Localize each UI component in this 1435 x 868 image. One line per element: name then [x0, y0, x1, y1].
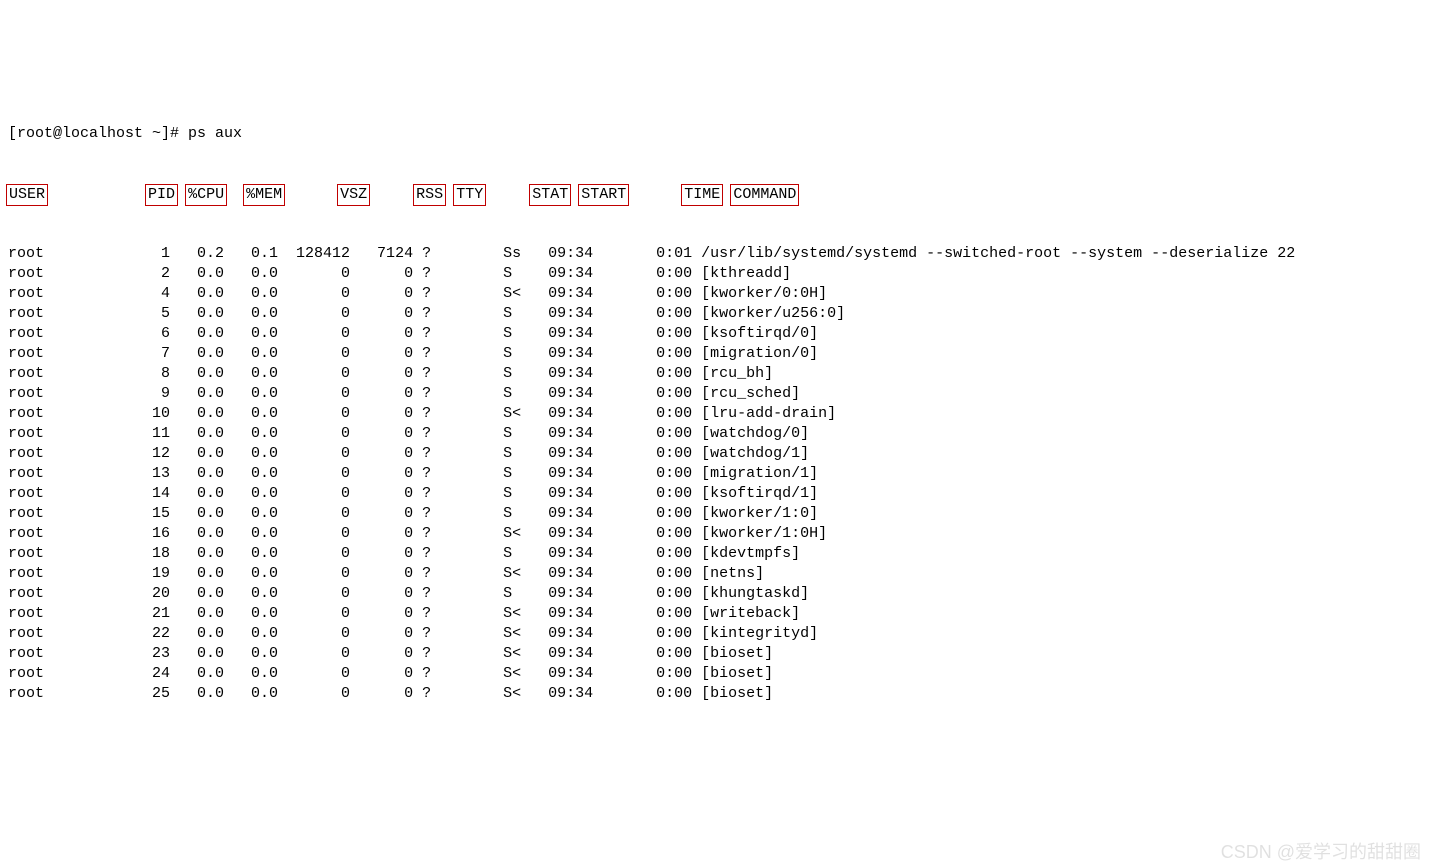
col-time: TIME: [681, 184, 723, 206]
process-row: root 20 0.0 0.0 0 0 ? S 09:34 0:00 [khun…: [8, 584, 1435, 604]
process-row: root 5 0.0 0.0 0 0 ? S 09:34 0:00 [kwork…: [8, 304, 1435, 324]
process-row: root 8 0.0 0.0 0 0 ? S 09:34 0:00 [rcu_b…: [8, 364, 1435, 384]
process-row: root 22 0.0 0.0 0 0 ? S< 09:34 0:00 [kin…: [8, 624, 1435, 644]
process-row: root 2 0.0 0.0 0 0 ? S 09:34 0:00 [kthre…: [8, 264, 1435, 284]
process-row: root 24 0.0 0.0 0 0 ? S< 09:34 0:00 [bio…: [8, 664, 1435, 684]
process-row: root 6 0.0 0.0 0 0 ? S 09:34 0:00 [ksoft…: [8, 324, 1435, 344]
col-cpu: %CPU: [185, 184, 227, 206]
process-row: root 10 0.0 0.0 0 0 ? S< 09:34 0:00 [lru…: [8, 404, 1435, 424]
process-row: root 13 0.0 0.0 0 0 ? S 09:34 0:00 [migr…: [8, 464, 1435, 484]
col-stat: STAT: [529, 184, 571, 206]
process-row: root 1 0.2 0.1 128412 7124 ? Ss 09:34 0:…: [8, 244, 1435, 264]
col-mem: %MEM: [243, 184, 285, 206]
process-row: root 12 0.0 0.0 0 0 ? S 09:34 0:00 [watc…: [8, 444, 1435, 464]
process-row: root 9 0.0 0.0 0 0 ? S 09:34 0:00 [rcu_s…: [8, 384, 1435, 404]
process-row: root 14 0.0 0.0 0 0 ? S 09:34 0:00 [ksof…: [8, 484, 1435, 504]
col-tty: TTY: [453, 184, 486, 206]
process-row: root 15 0.0 0.0 0 0 ? S 09:34 0:00 [kwor…: [8, 504, 1435, 524]
process-row: root 4 0.0 0.0 0 0 ? S< 09:34 0:00 [kwor…: [8, 284, 1435, 304]
col-start: START: [578, 184, 629, 206]
process-row: root 23 0.0 0.0 0 0 ? S< 09:34 0:00 [bio…: [8, 644, 1435, 664]
ps-process-list: root 1 0.2 0.1 128412 7124 ? Ss 09:34 0:…: [8, 244, 1435, 704]
col-rss: RSS: [413, 184, 446, 206]
process-row: root 19 0.0 0.0 0 0 ? S< 09:34 0:00 [net…: [8, 564, 1435, 584]
process-row: root 11 0.0 0.0 0 0 ? S 09:34 0:00 [watc…: [8, 424, 1435, 444]
col-user: USER: [6, 184, 48, 206]
shell-prompt-line: [root@localhost ~]# ps aux: [8, 124, 1435, 144]
watermark-text: CSDN @爱学习的甜甜圈: [1221, 842, 1421, 862]
process-row: root 18 0.0 0.0 0 0 ? S 09:34 0:00 [kdev…: [8, 544, 1435, 564]
terminal-output: [root@localhost ~]# ps aux USER PID %CPU…: [8, 84, 1435, 724]
col-command: COMMAND: [730, 184, 799, 206]
process-row: root 21 0.0 0.0 0 0 ? S< 09:34 0:00 [wri…: [8, 604, 1435, 624]
col-pid: PID: [145, 184, 178, 206]
process-row: root 25 0.0 0.0 0 0 ? S< 09:34 0:00 [bio…: [8, 684, 1435, 704]
col-vsz: VSZ: [337, 184, 370, 206]
process-row: root 16 0.0 0.0 0 0 ? S< 09:34 0:00 [kwo…: [8, 524, 1435, 544]
process-row: root 7 0.0 0.0 0 0 ? S 09:34 0:00 [migra…: [8, 344, 1435, 364]
ps-header-row: USER PID %CPU %MEM VSZ RSS TTY STAT STAR…: [8, 184, 1435, 204]
